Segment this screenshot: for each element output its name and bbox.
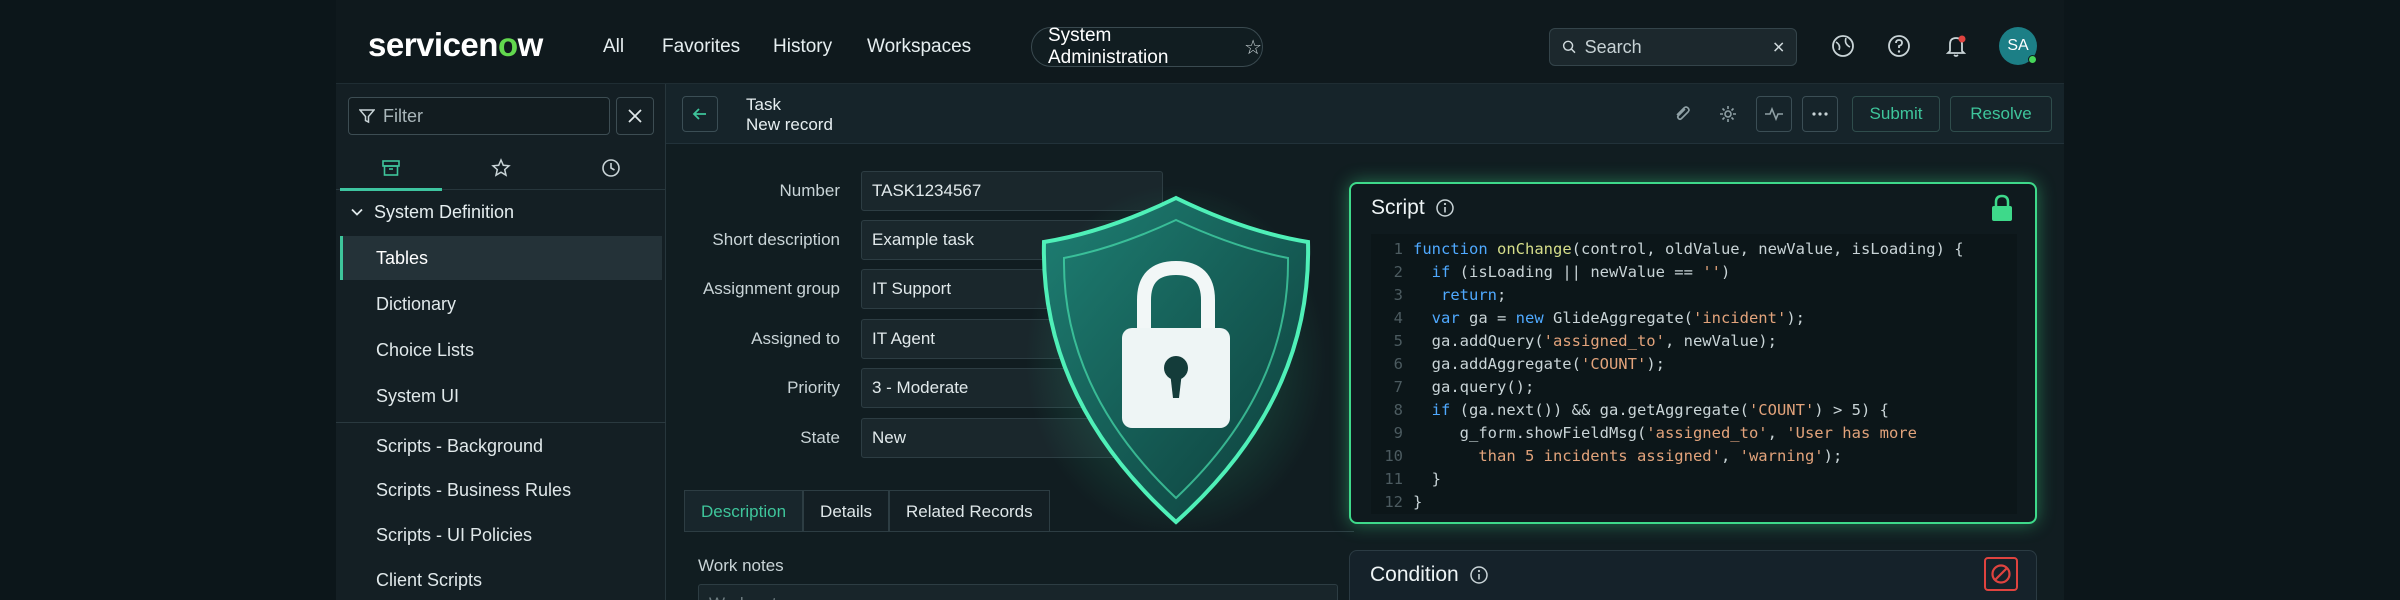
code-line: 3 return;	[1393, 286, 1507, 304]
more-options-icon[interactable]	[1802, 96, 1838, 132]
form-tabs: Description Details Related Records	[684, 490, 1050, 532]
filter-box[interactable]	[348, 97, 610, 135]
record-table-name: Task	[746, 95, 781, 114]
code-line: 2 if (isLoading || newValue == '')	[1393, 263, 1731, 281]
code-line: 4 var ga = new GlideAggregate('incident'…	[1393, 309, 1805, 327]
info-icon[interactable]	[1469, 565, 1489, 585]
help-icon[interactable]	[1886, 33, 1912, 59]
sidebar-item-scripts-background[interactable]: Scripts - Background	[340, 424, 662, 468]
lock-icon[interactable]	[1989, 194, 2015, 222]
arrow-left-icon	[692, 108, 706, 120]
user-avatar[interactable]: SA	[1999, 27, 2037, 65]
nav-history[interactable]: History	[773, 36, 832, 58]
info-icon[interactable]	[1435, 198, 1455, 218]
script-title-text: Script	[1371, 196, 1425, 219]
tab-all-apps[interactable]	[336, 146, 446, 191]
field-label-number: Number	[779, 181, 840, 200]
condition-panel-title: Condition	[1370, 563, 1489, 587]
resolve-button[interactable]: Resolve	[1950, 96, 2052, 132]
field-label-priority: Priority	[787, 378, 840, 397]
condition-title-text: Condition	[1370, 563, 1459, 586]
sidebar-item-scripts-ui-policies[interactable]: Scripts - UI Policies	[340, 513, 662, 557]
form-header: Task New record Submit Resolve	[666, 84, 2064, 144]
top-navigation: servicenow All Favorites History Workspa…	[336, 0, 2064, 84]
paperclip-icon[interactable]	[1666, 98, 1698, 130]
app-scope-pill[interactable]: System Administration ☆	[1031, 25, 1263, 68]
field-label-assignment-group: Assignment group	[702, 279, 840, 298]
nav-favorites[interactable]: Favorites	[662, 36, 740, 58]
pulse-icon[interactable]	[1756, 96, 1792, 132]
close-icon[interactable]	[1773, 40, 1784, 54]
presence-indicator	[2028, 55, 2037, 64]
code-line: 12}	[1384, 493, 1423, 511]
record-status: New record	[746, 115, 833, 134]
sidebar-item-choice-lists[interactable]: Choice Lists	[340, 328, 662, 372]
clock-icon	[602, 159, 620, 177]
code-line: 7 ga.query();	[1393, 378, 1535, 396]
star-icon	[491, 158, 511, 177]
app-window: servicenow All Favorites History Workspa…	[336, 0, 2064, 600]
section-system-definition[interactable]: System Definition	[336, 190, 666, 234]
sidebar-divider	[336, 422, 666, 423]
servicenow-logo[interactable]: servicenow	[368, 26, 543, 64]
close-icon	[628, 109, 642, 123]
star-icon[interactable]: ☆	[1244, 35, 1262, 60]
back-button[interactable]	[682, 96, 718, 132]
chevron-down-icon	[351, 208, 363, 216]
script-panel: Script 1 function onChange(control, oldVa…	[1349, 182, 2037, 524]
sidebar-item-tables[interactable]: Tables	[340, 236, 662, 280]
work-notes-label: Work notes	[698, 556, 784, 575]
navigator-sidebar: System Definition Tables Dictionary Choi…	[336, 84, 666, 600]
code-line: 5 ga.addQuery('assigned_to', newValue);	[1393, 332, 1777, 350]
section-label: System Definition	[374, 201, 515, 222]
security-shield-lock-icon	[1026, 185, 1326, 535]
filter-input[interactable]	[383, 105, 603, 127]
sidebar-item-scripts-business-rules[interactable]: Scripts - Business Rules	[340, 468, 662, 512]
search-icon	[1562, 40, 1576, 54]
condition-panel: Condition	[1349, 550, 2037, 600]
code-line: 1 function onChange(control, oldValue, ne…	[1393, 240, 1964, 258]
global-search[interactable]	[1549, 28, 1797, 66]
sidebar-item-client-scripts[interactable]: Client Scripts	[340, 558, 662, 600]
blocked-icon[interactable]	[1984, 557, 2018, 591]
script-code-editor[interactable]: 1 function onChange(control, oldValue, ne…	[1371, 234, 2017, 514]
avatar-initials: SA	[2007, 37, 2029, 54]
tab-favorites[interactable]	[446, 146, 556, 190]
code-line: 9 g_form.showFieldMsg('assigned_to', 'Us…	[1393, 424, 1917, 442]
activity-settings-icon[interactable]	[1712, 98, 1744, 130]
filter-icon	[359, 109, 375, 124]
code-line: 11 }	[1384, 470, 1441, 488]
submit-button[interactable]: Submit	[1852, 96, 1940, 132]
code-line: 8 if (ga.next()) && ga.getAggregate('COU…	[1393, 401, 1889, 419]
globe-icon[interactable]	[1830, 33, 1856, 59]
sidebar-tabs	[336, 146, 666, 191]
tab-description[interactable]: Description	[684, 490, 804, 532]
notification-bell-icon[interactable]	[1943, 33, 1969, 59]
app-scope-label: System Administration	[1048, 25, 1169, 68]
sidebar-item-dictionary[interactable]: Dictionary	[340, 282, 662, 326]
filter-clear-button[interactable]	[616, 97, 654, 135]
nav-workspaces[interactable]: Workspaces	[867, 36, 971, 58]
archive-icon	[382, 160, 400, 176]
field-label-assigned-to: Assigned to	[751, 329, 840, 348]
tab-details[interactable]: Details	[803, 490, 890, 532]
code-line: 6 ga.addAggregate('COUNT');	[1393, 355, 1665, 373]
nav-all[interactable]: All	[603, 36, 624, 58]
script-panel-title: Script	[1371, 196, 1455, 220]
search-input[interactable]	[1584, 36, 1765, 58]
code-line: 10 than 5 incidents assigned', 'warning'…	[1384, 447, 1843, 465]
field-label-short-description: Short description	[712, 230, 840, 249]
sidebar-item-system-ui[interactable]: System UI	[340, 374, 662, 418]
field-label-state: State	[800, 428, 840, 447]
work-notes-input[interactable]	[698, 584, 1338, 600]
